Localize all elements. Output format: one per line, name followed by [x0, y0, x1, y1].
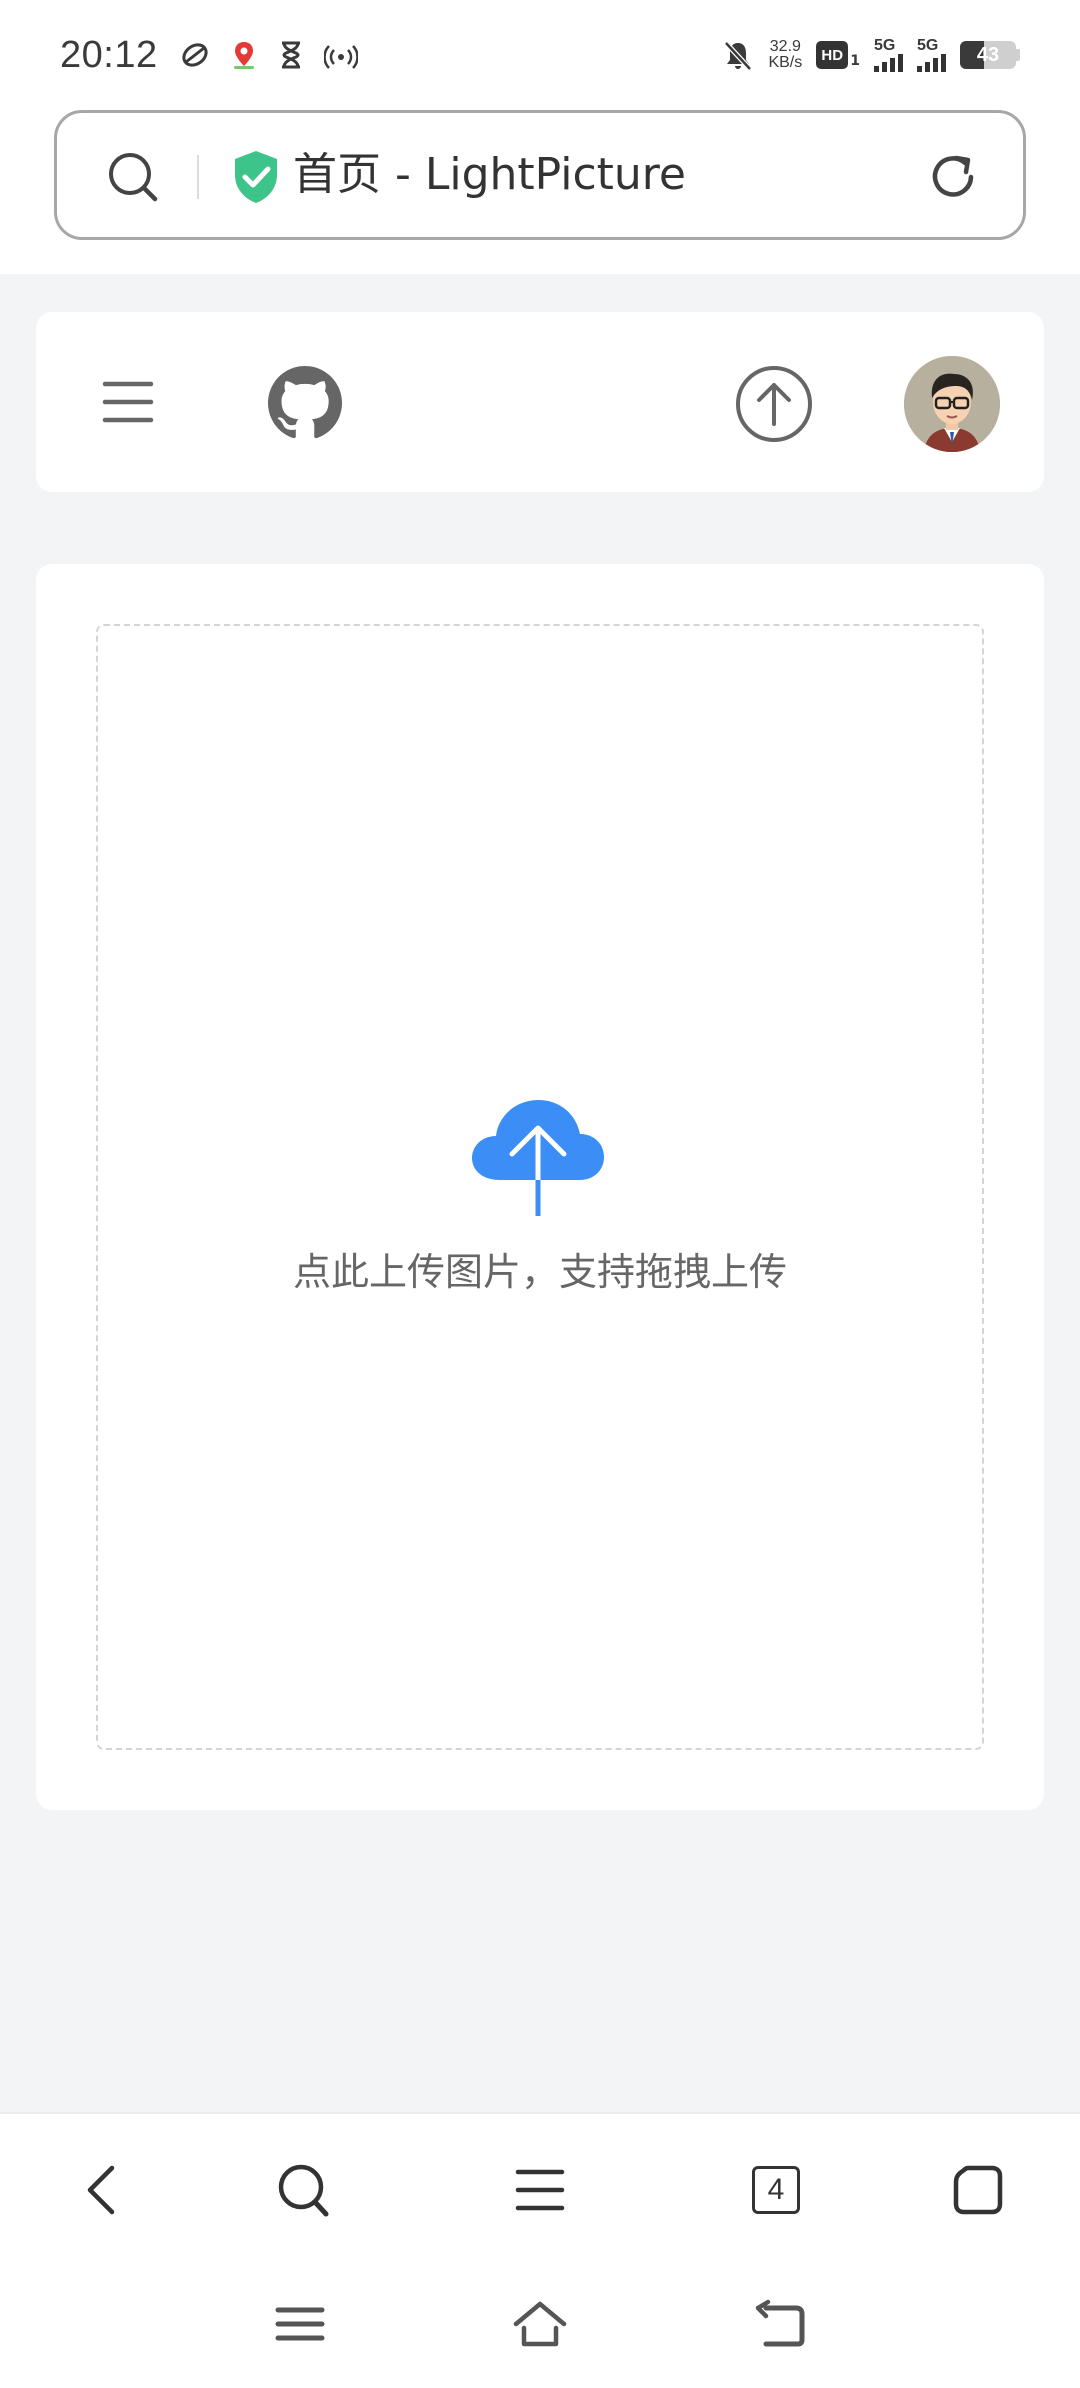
search-icon[interactable] — [105, 149, 161, 205]
system-back-icon[interactable] — [752, 2298, 808, 2350]
mute-bell-icon — [724, 41, 753, 71]
tabs-button[interactable]: 4 — [746, 2160, 806, 2220]
address-bar[interactable]: 首页 - LightPicture — [54, 110, 1026, 240]
menu-icon — [515, 2169, 565, 2211]
user-avatar-illustration-icon — [904, 356, 1000, 452]
upload-card: 点此上传图片，支持拖拽上传 — [36, 564, 1044, 1810]
chevron-left-icon — [87, 2165, 115, 2215]
signal-bars-icon — [917, 54, 946, 72]
address-divider — [197, 155, 199, 199]
menu-icon[interactable] — [102, 376, 154, 428]
search-icon — [278, 2164, 329, 2217]
sim1-label: 5G — [874, 37, 896, 54]
status-bar: 20:12 32.9 KB/s HD 1 5G 5G 43 — [0, 0, 1080, 110]
signal-bars-icon — [874, 54, 903, 72]
github-icon[interactable] — [268, 366, 342, 440]
battery-percent: 43 — [976, 43, 1000, 66]
menu-button[interactable] — [510, 2160, 570, 2220]
network-speed-value: 32.9 — [769, 38, 801, 55]
upload-hint[interactable]: 点此上传图片，支持拖拽上传 — [98, 1244, 982, 1300]
tab-count: 4 — [752, 2166, 800, 2214]
battery-icon: 43 — [960, 41, 1016, 69]
search-button[interactable] — [274, 2160, 334, 2220]
sim1-signal: 5G — [874, 38, 903, 72]
page-title[interactable]: 首页 - LightPicture — [293, 143, 686, 207]
recents-menu-icon[interactable] — [272, 2298, 328, 2350]
system-home-icon[interactable] — [512, 2298, 568, 2350]
hd-sub: 1 — [850, 53, 860, 69]
back-button[interactable] — [72, 2160, 132, 2220]
network-speed-unit: KB/s — [768, 54, 803, 71]
sim2-label: 5G — [917, 37, 939, 54]
battery-indicator: 43 — [960, 41, 1020, 69]
network-speed: 32.9 KB/s — [768, 39, 802, 71]
status-left-icons — [180, 40, 358, 70]
upload-dropzone[interactable]: 点此上传图片，支持拖拽上传 — [96, 624, 984, 1750]
secure-shield-icon[interactable] — [231, 149, 281, 205]
cloud-upload-icon[interactable] — [468, 1096, 608, 1218]
home-button[interactable] — [948, 2160, 1008, 2220]
browser-address-area: 首页 - LightPicture — [0, 110, 1080, 274]
hd-voice-indicator: HD 1 — [816, 41, 860, 69]
hd-badge: HD — [816, 41, 849, 69]
top-nav-card — [36, 312, 1044, 492]
upload-arrow-icon[interactable] — [734, 364, 814, 444]
map-location-icon — [233, 42, 254, 69]
hourglass-icon — [281, 41, 300, 69]
sim2-signal: 5G — [917, 38, 946, 72]
avatar[interactable] — [904, 356, 1000, 452]
system-nav — [0, 2262, 1080, 2388]
browser-toolbar: 4 — [0, 2112, 1080, 2262]
app-notification-icon — [181, 43, 208, 67]
reload-icon[interactable] — [925, 149, 981, 205]
status-time: 20:12 — [60, 33, 158, 76]
hotspot-icon — [323, 45, 358, 69]
home-shape-icon — [953, 2165, 1003, 2215]
status-right: 32.9 KB/s HD 1 5G 5G 43 — [722, 38, 1020, 72]
